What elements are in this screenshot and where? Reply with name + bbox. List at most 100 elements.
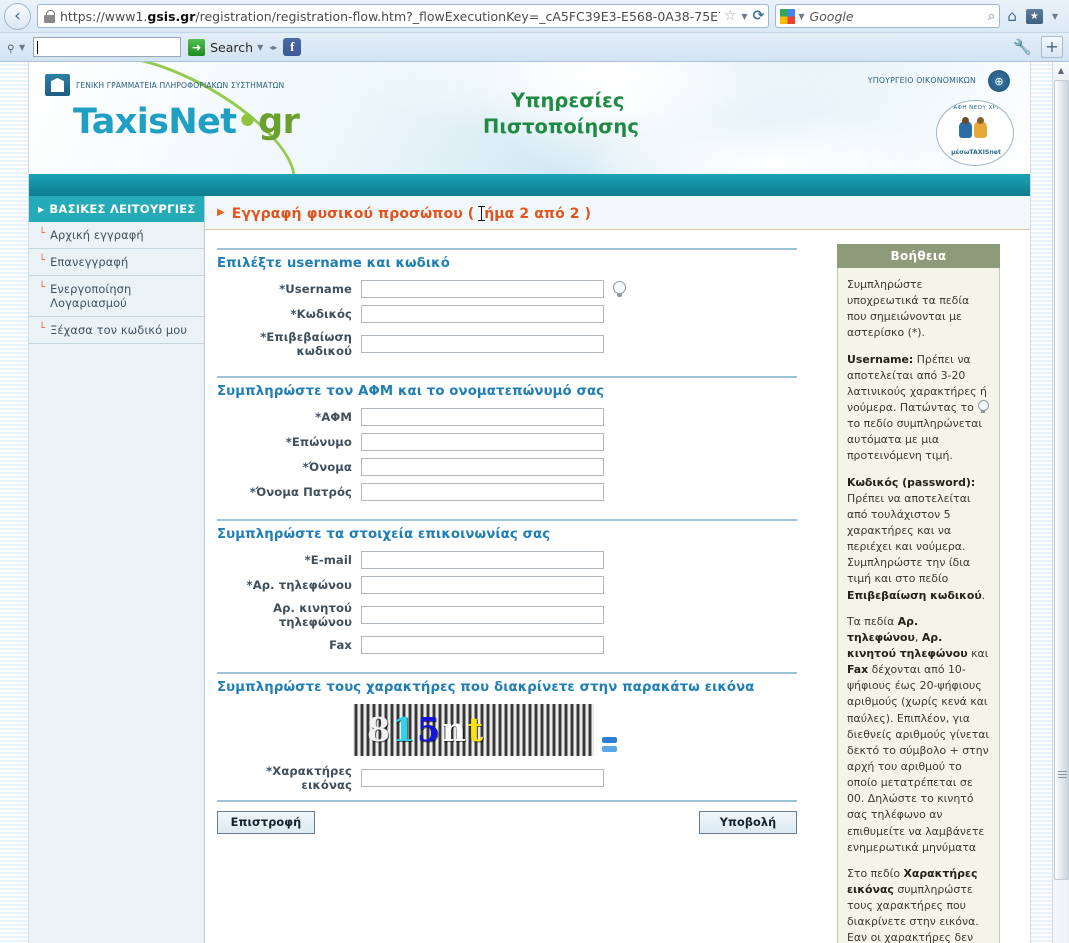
sidebar-heading: ▶ ΒΑΣΙΚΕΣ ΛΕΙΤΟΥΡΓΙΕΣ [29,196,204,222]
field-label: *E-mail [304,553,352,567]
captcha-characters: 815nt [367,708,485,752]
bookmarks-chevron-icon[interactable]: ▼ [1052,12,1058,21]
gsis-label: ΓΕΝΙΚΗ ΓΡΑΜΜΑΤΕΙΑ ΠΛΗΡΟΦΟΡΙΑΚΩΝ ΣΥΣΤΗΜΑΤ… [76,80,285,90]
chevron-down-icon[interactable]: ▼ [741,12,747,21]
bullet-icon: └ [39,228,46,239]
captcha-area: 815nt [353,704,827,756]
reload-icon[interactable]: ⟳ [753,8,765,24]
browser-search-box[interactable]: ▼ Google ⌕ [775,4,1001,28]
captcha-char: t [467,710,486,749]
site-header: ΓΕΝΙΚΗ ΓΡΑΜΜΑΤΕΙΑ ΠΛΗΡΟΦΟΡΙΑΚΩΝ ΣΥΣΤΗΜΑΤ… [29,62,1030,174]
address-bar[interactable]: https://www1.gsis.gr/registration/regist… [37,4,770,28]
captcha-char: 8 [367,710,392,749]
scrollbar-grip-icon [1058,771,1067,778]
email-input[interactable] [361,551,604,569]
main-content: ▶ Εγγραφή φυσικού προσώπου ( ήμα 2 από 2… [205,196,1030,943]
help-paragraph-phones: Τα πεδία Αρ. τηλεφώνου, Αρ. κινητού τηλε… [847,614,990,854]
url-text: https://www1.gsis.gr/registration/regist… [60,8,720,24]
extension-toolbar: ⌕ ▼ ➜ Search ▼ ◂▸ f 🔧 + [0,32,1069,61]
field-row-fax: Fax [217,636,827,654]
field-label: *Username [279,282,352,296]
sidebar-heading-caret-icon: ▶ [38,204,45,214]
logo-text-main: TaxisNet [73,102,237,142]
page-viewport: ΓΕΝΙΚΗ ΓΡΑΜΜΑΤΕΙΑ ΠΛΗΡΟΦΟΡΙΑΚΩΝ ΣΥΣΤΗΜΑΤ… [0,62,1069,943]
field-label: *Επιβεβαίωση κωδικού [260,330,352,358]
toolbar-magnifier-icon[interactable]: ⌕ [0,37,20,57]
ministry-emblem-icon: ⊕ [988,70,1010,92]
captcha-char: 5 [416,710,442,749]
wrench-icon[interactable]: 🔧 [1013,38,1032,56]
section-divider [217,248,797,250]
firstname-input[interactable] [361,458,604,476]
sidebar-item-energopoiisi-logariasmou[interactable]: └ Ενεργοποίηση Λογαριασμού [29,276,204,317]
sidebar-item-epaneggrafi[interactable]: └ Επανεγγραφή [29,249,204,276]
captcha-input[interactable] [361,769,604,787]
bulb-icon[interactable] [613,280,626,298]
new-tab-button[interactable]: + [1041,36,1063,58]
page-title: Εγγραφή φυσικού προσώπου ( ήμα 2 από 2 ) [231,206,592,222]
home-icon[interactable]: ⌂ [1007,7,1017,25]
bullet-icon: └ [39,323,46,334]
search-magnifier-icon[interactable]: ⌕ [988,9,995,24]
captcha-char: 1 [391,710,417,749]
new-user-registration-badge[interactable]: ΕΓΓΡΑΦΗ ΝΕΟΥ ΧΡΗΣΤΗ μέσωTAXISnet [936,100,1014,166]
bookmarks-icon[interactable]: ★ [1025,8,1043,24]
field-row-fathername: *Όνομα Πατρός [217,483,827,501]
help-column: Βοήθεια Συμπληρώστε υποχρεωτικά τα πεδία… [827,230,1030,943]
phone-input[interactable] [361,576,604,594]
refresh-icon[interactable] [601,737,618,752]
submit-button[interactable]: Υποβολή [699,811,797,834]
scrollbar-thumb[interactable] [1054,80,1069,880]
help-body: Συμπληρώστε υποχρεωτικά τα πεδία που σημ… [837,268,1000,943]
page-scrollbar[interactable]: ▲ [1052,62,1069,943]
toolbar-more-icon[interactable]: ◂▸ [269,43,277,52]
search-engine-chevron-icon[interactable]: ▼ [798,12,804,21]
help-panel: Βοήθεια Συμπληρώστε υποχρεωτικά τα πεδία… [837,244,1000,943]
help-paragraph-username: Username: Πρέπει να αποτελείται από 3-20… [847,352,991,465]
fathername-input[interactable] [361,483,604,501]
section-title: Συμπληρώστε τον ΑΦΜ και το ονοματεπώνυμό… [217,384,605,399]
toolbar-search-chevron-icon[interactable]: ▼ [257,43,263,52]
browser-nav-row: ‹ https://www1.gsis.gr/registration/regi… [0,0,1069,32]
registration-form: Επιλέξτε username και κωδικό *Username *… [205,230,827,943]
viewport-left-margin [0,62,28,943]
bullet-icon: └ [39,282,46,293]
surname-input[interactable] [361,433,604,451]
bookmark-star-icon[interactable]: ☆ [724,8,737,24]
sidebar-item-arxiki-eggrafi[interactable]: └ Αρχική εγγραφή [29,222,204,249]
lock-icon [44,9,55,23]
mobile-input[interactable] [361,606,604,624]
sidebar-item-label: Επανεγγραφή [50,255,129,269]
field-row-captcha: *Χαρακτήρες εικόνας [217,764,827,792]
back-button[interactable]: Επιστροφή [217,811,315,834]
search-go-icon[interactable]: ➜ [188,38,206,56]
help-paragraph-captcha: Στο πεδίο Χαρακτήρες εικόνας συμπληρώστε… [847,866,979,943]
field-row-firstname: *Όνομα [217,458,827,476]
toolbar-search-input[interactable] [33,37,182,57]
fax-input[interactable] [361,636,604,654]
text-cursor-icon [478,206,486,221]
web-page: ΓΕΝΙΚΗ ΓΡΑΜΜΑΤΕΙΑ ΠΛΗΡΟΦΟΡΙΑΚΩΝ ΣΥΣΤΗΜΑΤ… [28,62,1031,943]
field-label: *Χαρακτήρες εικόνας [266,764,352,792]
taxisnet-logo[interactable]: TaxisNet•gr [73,102,300,142]
captcha-char: n [441,710,468,749]
scroll-up-arrow-icon[interactable]: ▲ [1053,62,1069,79]
section-divider [217,376,797,378]
afm-input[interactable] [361,408,604,426]
field-row-password: *Κωδικός [217,305,827,323]
form-section-captcha: Συμπληρώστε τους χαρακτήρες που διακρίνε… [217,672,827,792]
sidebar-item-label: Ξέχασα τον κωδικό μου [50,323,188,337]
section-title: Συμπληρώστε τους χαρακτήρες που διακρίνε… [217,680,755,695]
facebook-icon[interactable]: f [283,38,302,56]
help-heading: Βοήθεια [837,244,1000,268]
sidebar-item-ksexasa-ton-kodiko-mou[interactable]: └ Ξέχασα τον κωδικό μου [29,317,204,344]
back-button[interactable]: ‹ [4,2,31,30]
password-input[interactable] [361,305,604,323]
page-title-caret-icon: ▶ [217,207,225,218]
password-confirm-input[interactable] [361,335,604,353]
username-input[interactable] [361,280,604,298]
field-row-phone: *Αρ. τηλεφώνου [217,576,827,594]
field-label: *Όνομα [302,460,352,474]
toolbar-search-label[interactable]: Search [210,40,253,55]
section-title: Επιλέξτε username και κωδικό [217,256,450,271]
